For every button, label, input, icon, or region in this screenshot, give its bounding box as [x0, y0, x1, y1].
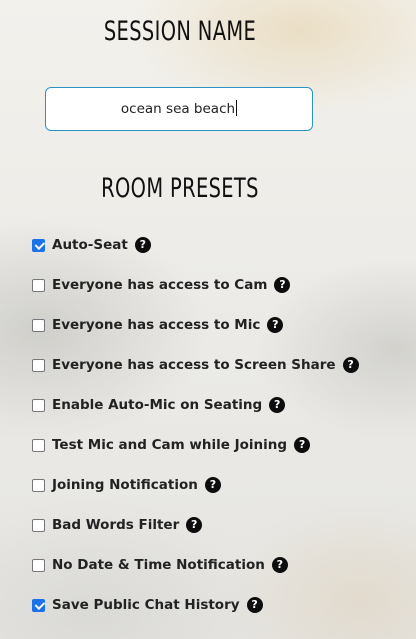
help-icon[interactable]: ? [274, 277, 291, 293]
preset-save-chat-history[interactable]: Save Public Chat History ? [32, 585, 359, 625]
help-icon[interactable]: ? [271, 557, 288, 573]
session-name-heading: SESSION NAME [103, 16, 257, 47]
preset-label: Everyone has access to Mic [52, 317, 261, 333]
preset-checkbox[interactable] [32, 398, 45, 412]
preset-checkbox[interactable] [32, 278, 45, 292]
help-icon[interactable]: ? [246, 597, 263, 613]
preset-label: Auto-Seat [52, 237, 128, 253]
preset-test-mic-cam[interactable]: Test Mic and Cam while Joining ? [32, 425, 359, 465]
preset-auto-mic[interactable]: Enable Auto-Mic on Seating ? [32, 385, 359, 425]
preset-label: Save Public Chat History [52, 597, 240, 613]
preset-checkbox[interactable] [32, 238, 45, 252]
preset-checkbox[interactable] [32, 478, 45, 492]
preset-checkbox[interactable] [32, 438, 45, 452]
preset-label: Bad Words Filter [52, 517, 180, 533]
preset-no-date-time[interactable]: No Date & Time Notification ? [32, 545, 359, 585]
preset-screen-share-access[interactable]: Everyone has access to Screen Share ? [32, 345, 359, 385]
preset-checkbox[interactable] [32, 558, 45, 572]
preset-label: Everyone has access to Cam [52, 277, 268, 293]
room-presets-list: Auto-Seat ? Everyone has access to Cam ?… [32, 225, 359, 625]
preset-bad-words-filter[interactable]: Bad Words Filter ? [32, 505, 359, 545]
help-icon[interactable]: ? [267, 317, 284, 333]
preset-label: Everyone has access to Screen Share [52, 357, 336, 373]
preset-label: Test Mic and Cam while Joining [52, 437, 288, 453]
preset-checkbox[interactable] [32, 518, 45, 532]
preset-checkbox[interactable] [32, 318, 45, 332]
help-icon[interactable]: ? [186, 517, 203, 533]
help-icon[interactable]: ? [269, 397, 286, 413]
preset-checkbox[interactable] [32, 598, 45, 612]
room-presets-heading: ROOM PRESETS [101, 173, 259, 204]
preset-joining-notification[interactable]: Joining Notification ? [32, 465, 359, 505]
preset-label: No Date & Time Notification [52, 557, 265, 573]
help-icon[interactable]: ? [342, 357, 359, 373]
help-icon[interactable]: ? [204, 477, 221, 493]
help-icon[interactable]: ? [134, 237, 151, 253]
preset-mic-access[interactable]: Everyone has access to Mic ? [32, 305, 359, 345]
preset-auto-seat[interactable]: Auto-Seat ? [32, 225, 359, 265]
help-icon[interactable]: ? [294, 437, 311, 453]
session-name-input[interactable] [45, 87, 313, 131]
preset-label: Enable Auto-Mic on Seating [52, 397, 263, 413]
preset-cam-access[interactable]: Everyone has access to Cam ? [32, 265, 359, 305]
preset-checkbox[interactable] [32, 358, 45, 372]
preset-label: Joining Notification [52, 477, 198, 493]
